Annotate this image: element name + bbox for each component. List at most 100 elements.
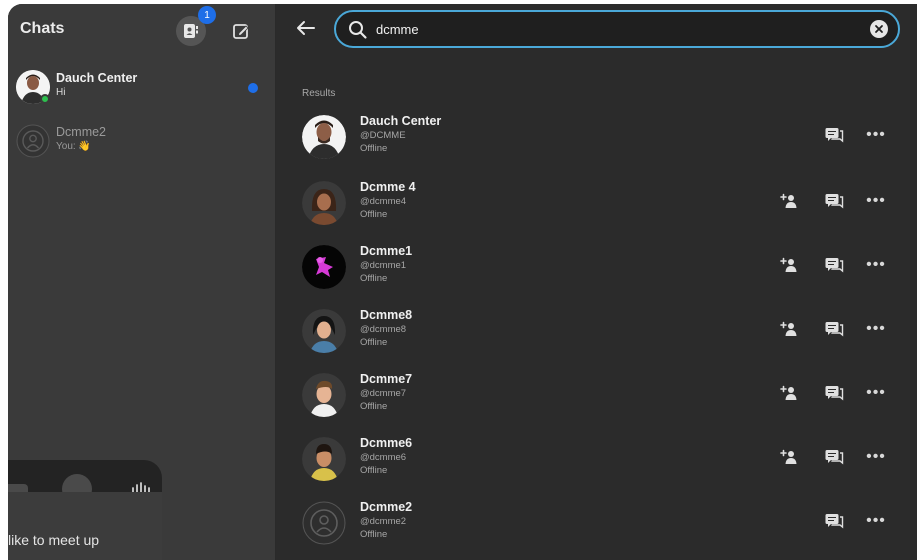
- unread-indicator: [248, 83, 258, 93]
- chat-name: Dcmme2: [56, 125, 107, 139]
- add-friend-button[interactable]: [776, 190, 800, 212]
- more-options-button[interactable]: •••: [864, 382, 888, 404]
- more-dots-icon: •••: [866, 126, 886, 143]
- more-options-button[interactable]: •••: [864, 190, 888, 212]
- add-friend-icon: [780, 321, 797, 336]
- more-dots-icon: •••: [866, 448, 886, 465]
- avatar: [302, 245, 346, 289]
- chat-list-item[interactable]: Dcmme2 You: 👋: [8, 120, 276, 168]
- search-result-row[interactable]: Dcmme1 @dcmme1 Offline •••: [276, 238, 917, 298]
- message-text: like to meet up: [8, 532, 100, 548]
- more-dots-icon: •••: [866, 320, 886, 337]
- message-icon: [825, 322, 844, 337]
- search-result-row[interactable]: Dcmme6 @dcmme6 Offline •••: [276, 430, 917, 490]
- clear-search-button[interactable]: [870, 20, 888, 38]
- send-message-button[interactable]: [822, 510, 846, 532]
- more-options-button[interactable]: •••: [864, 318, 888, 340]
- result-status: Offline: [360, 529, 388, 540]
- send-message-button[interactable]: [822, 446, 846, 468]
- result-handle: @dcmme2: [360, 516, 407, 527]
- close-icon: [875, 25, 883, 33]
- send-message-button[interactable]: [822, 318, 846, 340]
- send-message-button[interactable]: [822, 190, 846, 212]
- message-icon: [825, 386, 844, 401]
- message-icon: [825, 258, 844, 273]
- result-name: Dcmme7: [360, 372, 413, 386]
- more-options-button[interactable]: •••: [864, 446, 888, 468]
- add-friend-icon: [780, 449, 797, 464]
- default-avatar-icon: [16, 124, 50, 158]
- search-result-row[interactable]: Dcmme 4 @dcmme4 Offline •••: [276, 174, 917, 234]
- new-chat-button[interactable]: [226, 16, 256, 46]
- send-message-button[interactable]: [822, 382, 846, 404]
- message-icon: [825, 128, 844, 143]
- online-status-indicator: [40, 94, 50, 104]
- sidebar-header: Chats 1: [8, 4, 276, 56]
- result-handle: @dcmme8: [360, 324, 407, 335]
- avatar: [302, 115, 346, 159]
- chat-window: Chats 1 Dauch Center Hi Dcmme2 You: 👋 dc…: [8, 4, 917, 560]
- result-name: Dcmme6: [360, 436, 413, 450]
- result-status: Offline: [360, 465, 388, 476]
- message-icon: [825, 450, 844, 465]
- avatar: [302, 309, 346, 353]
- result-status: Offline: [360, 209, 388, 220]
- more-dots-icon: •••: [866, 256, 886, 273]
- result-name: Dauch Center: [360, 114, 442, 128]
- back-button[interactable]: [292, 14, 320, 42]
- chat-preview: Hi: [56, 87, 66, 98]
- add-friend-button[interactable]: [776, 254, 800, 276]
- add-friend-button[interactable]: [776, 446, 800, 468]
- more-options-button[interactable]: •••: [864, 510, 888, 532]
- avatar: [302, 373, 346, 417]
- message-icon: [825, 514, 844, 529]
- more-options-button[interactable]: •••: [864, 124, 888, 146]
- result-handle: @dcmme7: [360, 388, 407, 399]
- sidebar-title: Chats: [20, 20, 65, 37]
- add-friend-button[interactable]: [776, 318, 800, 340]
- add-friend-button[interactable]: [776, 382, 800, 404]
- result-handle: @dcmme6: [360, 452, 407, 463]
- arrow-left-icon: [297, 21, 315, 35]
- result-handle: @dcmme1: [360, 260, 407, 271]
- result-name: Dcmme2: [360, 500, 413, 514]
- message-overlay: like to meet up: [8, 460, 162, 560]
- add-friend-icon: [780, 257, 797, 272]
- search-icon: [349, 21, 367, 39]
- search-result-row[interactable]: Dauch Center @DCMME Offline •••: [276, 108, 917, 168]
- chat-preview: You: 👋: [56, 141, 91, 152]
- search-result-row[interactable]: Dcmme2 @dcmme2 Offline •••: [276, 494, 917, 554]
- compose-icon: [233, 24, 249, 39]
- chat-list-item[interactable]: Dauch Center Hi: [8, 66, 276, 114]
- add-friend-icon: [780, 385, 797, 400]
- avatar: [302, 501, 346, 545]
- result-status: Offline: [360, 337, 388, 348]
- contacts-book-icon: [184, 24, 198, 38]
- results-label: Results: [302, 88, 336, 99]
- result-name: Dcmme8: [360, 308, 413, 322]
- result-status: Offline: [360, 143, 388, 154]
- add-friend-icon: [780, 193, 797, 208]
- send-message-button[interactable]: [822, 124, 846, 146]
- contacts-notification-badge: 1: [198, 6, 216, 24]
- more-dots-icon: •••: [866, 512, 886, 529]
- search-box[interactable]: [334, 10, 900, 48]
- more-dots-icon: •••: [866, 192, 886, 209]
- result-status: Offline: [360, 273, 388, 284]
- chat-name: Dauch Center: [56, 71, 138, 85]
- result-status: Offline: [360, 401, 388, 412]
- search-result-row[interactable]: Dcmme7 @dcmme7 Offline •••: [276, 366, 917, 426]
- search-input[interactable]: [376, 19, 846, 39]
- result-name: Dcmme1: [360, 244, 413, 258]
- more-options-button[interactable]: •••: [864, 254, 888, 276]
- result-name: Dcmme 4: [360, 180, 416, 194]
- search-panel: Results Dauch Center @DCMME Offline ••• …: [276, 4, 917, 560]
- avatar: [302, 437, 346, 481]
- send-message-button[interactable]: [822, 254, 846, 276]
- search-result-row[interactable]: Dcmme8 @dcmme8 Offline •••: [276, 302, 917, 362]
- avatar: [302, 181, 346, 225]
- message-bubble: [8, 492, 162, 560]
- result-handle: @DCMME: [360, 130, 406, 141]
- result-handle: @dcmme4: [360, 196, 407, 207]
- more-dots-icon: •••: [866, 384, 886, 401]
